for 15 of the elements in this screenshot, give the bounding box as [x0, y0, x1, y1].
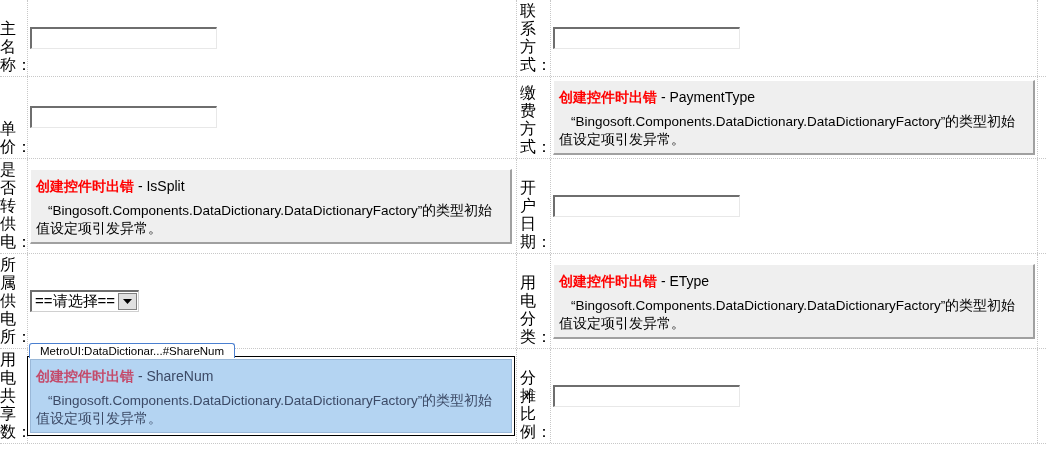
text-input-field[interactable]: [30, 26, 217, 49]
error-message: “Bingosoft.Components.DataDictionary.DataDictionaryFactory”的类型初始值设定项引发异常。: [36, 201, 494, 238]
error-message: “Bingosoft.Components.DataDictionary.DataDictionaryFactory”的类型初始值设定项引发异常。: [559, 113, 1017, 149]
text-input-field[interactable]: [553, 26, 740, 49]
text-input-field[interactable]: [553, 384, 740, 407]
error-title: 创建控件时出错 - IsSplit: [36, 176, 186, 196]
error-title: 创建控件时出错 - ShareNum: [36, 367, 215, 386]
dropdown-select[interactable]: ==请选择==: [30, 290, 140, 312]
error-title: 创建控件时出错 - PaymentType: [559, 88, 757, 107]
error-message: “Bingosoft.Components.DataDictionary.DataDictionaryFactory”的类型初始值设定项引发异常。: [559, 296, 1017, 333]
error-message: “Bingosoft.Components.DataDictionary.DataDictionaryFactory”的类型初始值设定项引发异常。: [36, 392, 494, 428]
error-title: 创建控件时出错 - EType: [559, 271, 711, 291]
text-input-field[interactable]: [553, 194, 740, 217]
control-tag[interactable]: MetroUI:DataDictionar...#ShareNum: [29, 343, 236, 358]
text-input-field[interactable]: [30, 106, 217, 128]
